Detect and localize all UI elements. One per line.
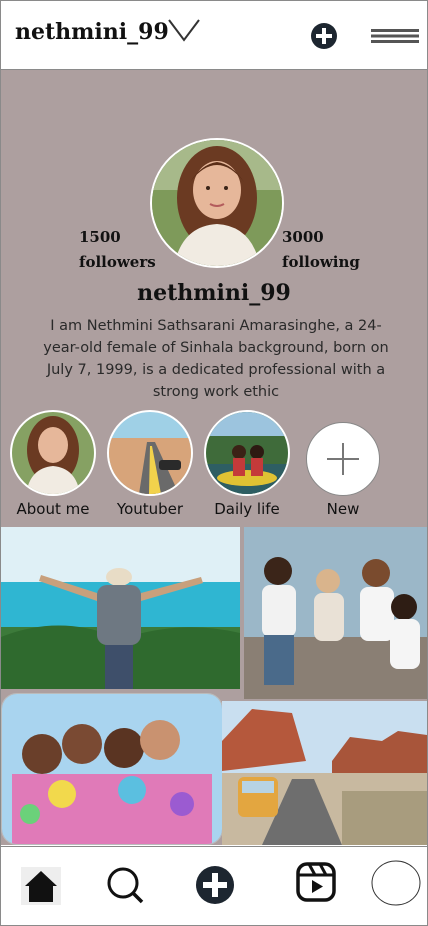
highlight-daily-life-thumb — [204, 410, 290, 496]
highlight-youtuber[interactable]: Youtuber — [102, 410, 198, 518]
highlight-daily-life[interactable]: Daily life — [199, 410, 295, 518]
following-stat[interactable]: 3000 following — [282, 225, 360, 275]
search-icon[interactable] — [105, 865, 145, 905]
highlight-about-me[interactable]: About me — [5, 410, 101, 518]
profile-section: 1500 followers 3000 following nethmini_9… — [1, 70, 427, 410]
story-highlights: About me Youtuber Daily life New — [1, 410, 427, 525]
highlight-youtuber-thumb — [107, 410, 193, 496]
chevron-down-icon[interactable] — [167, 17, 201, 43]
avatar[interactable] — [150, 138, 284, 268]
profile-name: nethmini_99 — [137, 280, 291, 306]
post-photo-holi[interactable] — [1, 693, 223, 845]
bottom-nav — [1, 846, 427, 925]
add-post-icon[interactable] — [195, 865, 235, 905]
highlight-daily-life-label: Daily life — [214, 500, 280, 518]
plus-icon — [327, 443, 359, 475]
followers-label: followers — [79, 253, 156, 271]
add-icon[interactable] — [310, 22, 338, 50]
home-icon[interactable] — [21, 867, 61, 905]
followers-count: 1500 — [79, 228, 121, 246]
app-screen: nethmini_99 1500 followers 3000 followin… — [0, 0, 428, 926]
followers-stat[interactable]: 1500 followers — [79, 225, 156, 275]
following-count: 3000 — [282, 228, 324, 246]
profile-bio: I am Nethmini Sathsarani Amarasinghe, a … — [43, 318, 389, 400]
top-bar: nethmini_99 — [1, 1, 427, 70]
menu-icon[interactable] — [371, 28, 419, 44]
highlight-new-thumb — [306, 422, 380, 496]
reels-icon[interactable] — [295, 861, 337, 903]
post-photo-road-trip[interactable] — [222, 701, 427, 845]
following-label: following — [282, 253, 360, 271]
photo-grid — [1, 525, 427, 845]
post-photo-travel[interactable] — [1, 527, 240, 689]
highlight-about-me-label: About me — [16, 500, 90, 518]
profile-icon[interactable] — [371, 860, 421, 906]
highlight-new-label: New — [326, 500, 360, 518]
username-title[interactable]: nethmini_99 — [15, 19, 169, 45]
post-photo-friends[interactable] — [244, 527, 427, 699]
highlight-new[interactable]: New — [295, 410, 391, 518]
highlight-youtuber-label: Youtuber — [116, 500, 184, 518]
highlight-about-me-thumb — [10, 410, 96, 496]
